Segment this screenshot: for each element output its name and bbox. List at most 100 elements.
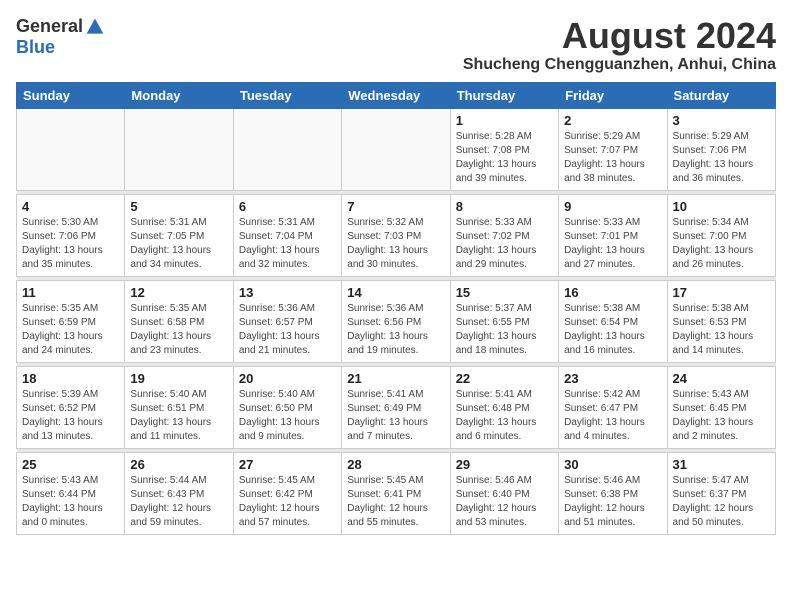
calendar-cell: 16 Sunrise: 5:38 AM Sunset: 6:54 PM Dayli… <box>559 280 667 362</box>
day-info: Sunrise: 5:41 AM Sunset: 6:48 PM Dayligh… <box>456 388 553 444</box>
day-info: Sunrise: 5:45 AM Sunset: 6:42 PM Dayligh… <box>239 474 336 530</box>
calendar-cell: 5Sunrise: 5:31 AM Sunset: 7:05 PM Daylig… <box>125 194 233 276</box>
day-info: Sunrise: 5:44 AM Sunset: 6:43 PM Dayligh… <box>130 474 227 530</box>
day-header-friday: Friday <box>559 82 667 108</box>
calendar-cell: 24 Sunrise: 5:43 AM Sunset: 6:45 PM Dayli… <box>667 366 775 448</box>
day-number: 23 <box>564 371 661 386</box>
day-number: 30 <box>564 457 661 472</box>
calendar-cell: 14Sunrise: 5:36 AM Sunset: 6:56 PM Dayli… <box>342 280 450 362</box>
day-number: 18 <box>22 371 119 386</box>
calendar-cell: 28 Sunrise: 5:45 AM Sunset: 6:41 PM Dayli… <box>342 452 450 534</box>
calendar-cell: 8 Sunrise: 5:33 AM Sunset: 7:02 PM Daylig… <box>450 194 558 276</box>
calendar-table: SundayMondayTuesdayWednesdayThursdayFrid… <box>16 82 776 535</box>
day-number: 3 <box>673 113 770 128</box>
day-number: 15 <box>456 285 553 300</box>
day-number: 1 <box>456 113 553 128</box>
day-info: Sunrise: 5:40 AM Sunset: 6:51 PM Dayligh… <box>130 388 227 444</box>
day-info: Sunrise: 5:32 AM Sunset: 7:03 PM Dayligh… <box>347 216 444 272</box>
day-header-sunday: Sunday <box>17 82 125 108</box>
day-info: Sunrise: 5:39 AM Sunset: 6:52 PM Dayligh… <box>22 388 119 444</box>
calendar-cell: 9 Sunrise: 5:33 AM Sunset: 7:01 PM Daylig… <box>559 194 667 276</box>
day-number: 7 <box>347 199 444 214</box>
day-info: Sunrise: 5:35 AM Sunset: 6:59 PM Dayligh… <box>22 302 119 358</box>
day-number: 17 <box>673 285 770 300</box>
calendar-cell <box>233 108 341 190</box>
day-number: 28 <box>347 457 444 472</box>
month-title: August 2024 <box>463 16 776 56</box>
day-number: 25 <box>22 457 119 472</box>
day-info: Sunrise: 5:29 AM Sunset: 7:06 PM Dayligh… <box>673 130 770 186</box>
day-number: 2 <box>564 113 661 128</box>
calendar-cell: 6 Sunrise: 5:31 AM Sunset: 7:04 PM Daylig… <box>233 194 341 276</box>
day-number: 21 <box>347 371 444 386</box>
calendar-cell: 3 Sunrise: 5:29 AM Sunset: 7:06 PM Daylig… <box>667 108 775 190</box>
calendar-week-4: 18 Sunrise: 5:39 AM Sunset: 6:52 PM Dayli… <box>17 366 776 448</box>
day-number: 31 <box>673 457 770 472</box>
logo-blue-text: Blue <box>16 37 55 58</box>
day-number: 26 <box>130 457 227 472</box>
day-info: Sunrise: 5:31 AM Sunset: 7:05 PM Dayligh… <box>130 216 227 272</box>
day-info: Sunrise: 5:31 AM Sunset: 7:04 PM Dayligh… <box>239 216 336 272</box>
day-info: Sunrise: 5:29 AM Sunset: 7:07 PM Dayligh… <box>564 130 661 186</box>
day-number: 8 <box>456 199 553 214</box>
day-info: Sunrise: 5:33 AM Sunset: 7:01 PM Dayligh… <box>564 216 661 272</box>
calendar-cell: 30Sunrise: 5:46 AM Sunset: 6:38 PM Dayli… <box>559 452 667 534</box>
day-header-tuesday: Tuesday <box>233 82 341 108</box>
calendar-cell: 17 Sunrise: 5:38 AM Sunset: 6:53 PM Dayli… <box>667 280 775 362</box>
day-info: Sunrise: 5:34 AM Sunset: 7:00 PM Dayligh… <box>673 216 770 272</box>
day-info: Sunrise: 5:45 AM Sunset: 6:41 PM Dayligh… <box>347 474 444 530</box>
day-number: 16 <box>564 285 661 300</box>
logo-icon <box>85 17 105 37</box>
calendar-week-5: 25 Sunrise: 5:43 AM Sunset: 6:44 PM Dayli… <box>17 452 776 534</box>
calendar-cell: 19 Sunrise: 5:40 AM Sunset: 6:51 PM Dayli… <box>125 366 233 448</box>
page-header: General Blue August 2024 Shucheng Chengg… <box>16 16 776 74</box>
calendar-cell: 22 Sunrise: 5:41 AM Sunset: 6:48 PM Dayli… <box>450 366 558 448</box>
calendar-cell: 1 Sunrise: 5:28 AM Sunset: 7:08 PM Daylig… <box>450 108 558 190</box>
calendar-week-3: 11Sunrise: 5:35 AM Sunset: 6:59 PM Dayli… <box>17 280 776 362</box>
day-info: Sunrise: 5:41 AM Sunset: 6:49 PM Dayligh… <box>347 388 444 444</box>
title-block: August 2024 Shucheng Chengguanzhen, Anhu… <box>463 16 776 74</box>
calendar-cell: 13Sunrise: 5:36 AM Sunset: 6:57 PM Dayli… <box>233 280 341 362</box>
day-info: Sunrise: 5:38 AM Sunset: 6:54 PM Dayligh… <box>564 302 661 358</box>
day-info: Sunrise: 5:43 AM Sunset: 6:44 PM Dayligh… <box>22 474 119 530</box>
day-number: 12 <box>130 285 227 300</box>
day-number: 9 <box>564 199 661 214</box>
calendar-cell <box>342 108 450 190</box>
calendar-cell: 20Sunrise: 5:40 AM Sunset: 6:50 PM Dayli… <box>233 366 341 448</box>
day-number: 22 <box>456 371 553 386</box>
calendar-cell: 31Sunrise: 5:47 AM Sunset: 6:37 PM Dayli… <box>667 452 775 534</box>
calendar-cell: 7 Sunrise: 5:32 AM Sunset: 7:03 PM Daylig… <box>342 194 450 276</box>
calendar-cell: 26 Sunrise: 5:44 AM Sunset: 6:43 PM Dayli… <box>125 452 233 534</box>
day-info: Sunrise: 5:36 AM Sunset: 6:57 PM Dayligh… <box>239 302 336 358</box>
day-number: 6 <box>239 199 336 214</box>
day-number: 14 <box>347 285 444 300</box>
day-info: Sunrise: 5:43 AM Sunset: 6:45 PM Dayligh… <box>673 388 770 444</box>
day-number: 10 <box>673 199 770 214</box>
day-info: Sunrise: 5:33 AM Sunset: 7:02 PM Dayligh… <box>456 216 553 272</box>
day-header-monday: Monday <box>125 82 233 108</box>
day-header-wednesday: Wednesday <box>342 82 450 108</box>
day-number: 24 <box>673 371 770 386</box>
calendar-cell: 4Sunrise: 5:30 AM Sunset: 7:06 PM Daylig… <box>17 194 125 276</box>
calendar-cell: 29Sunrise: 5:46 AM Sunset: 6:40 PM Dayli… <box>450 452 558 534</box>
calendar-header-row: SundayMondayTuesdayWednesdayThursdayFrid… <box>17 82 776 108</box>
day-info: Sunrise: 5:35 AM Sunset: 6:58 PM Dayligh… <box>130 302 227 358</box>
calendar-cell: 23Sunrise: 5:42 AM Sunset: 6:47 PM Dayli… <box>559 366 667 448</box>
calendar-cell: 27 Sunrise: 5:45 AM Sunset: 6:42 PM Dayli… <box>233 452 341 534</box>
day-number: 29 <box>456 457 553 472</box>
calendar-cell: 10 Sunrise: 5:34 AM Sunset: 7:00 PM Dayli… <box>667 194 775 276</box>
location-subtitle: Shucheng Chengguanzhen, Anhui, China <box>463 56 776 74</box>
calendar-cell: 18 Sunrise: 5:39 AM Sunset: 6:52 PM Dayli… <box>17 366 125 448</box>
day-number: 19 <box>130 371 227 386</box>
logo-general-text: General <box>16 16 83 37</box>
day-info: Sunrise: 5:38 AM Sunset: 6:53 PM Dayligh… <box>673 302 770 358</box>
day-info: Sunrise: 5:28 AM Sunset: 7:08 PM Dayligh… <box>456 130 553 186</box>
calendar-cell <box>125 108 233 190</box>
day-number: 27 <box>239 457 336 472</box>
calendar-cell: 11Sunrise: 5:35 AM Sunset: 6:59 PM Dayli… <box>17 280 125 362</box>
calendar-cell: 2 Sunrise: 5:29 AM Sunset: 7:07 PM Daylig… <box>559 108 667 190</box>
day-header-saturday: Saturday <box>667 82 775 108</box>
day-number: 4 <box>22 199 119 214</box>
calendar-cell <box>17 108 125 190</box>
logo: General Blue <box>16 16 105 58</box>
